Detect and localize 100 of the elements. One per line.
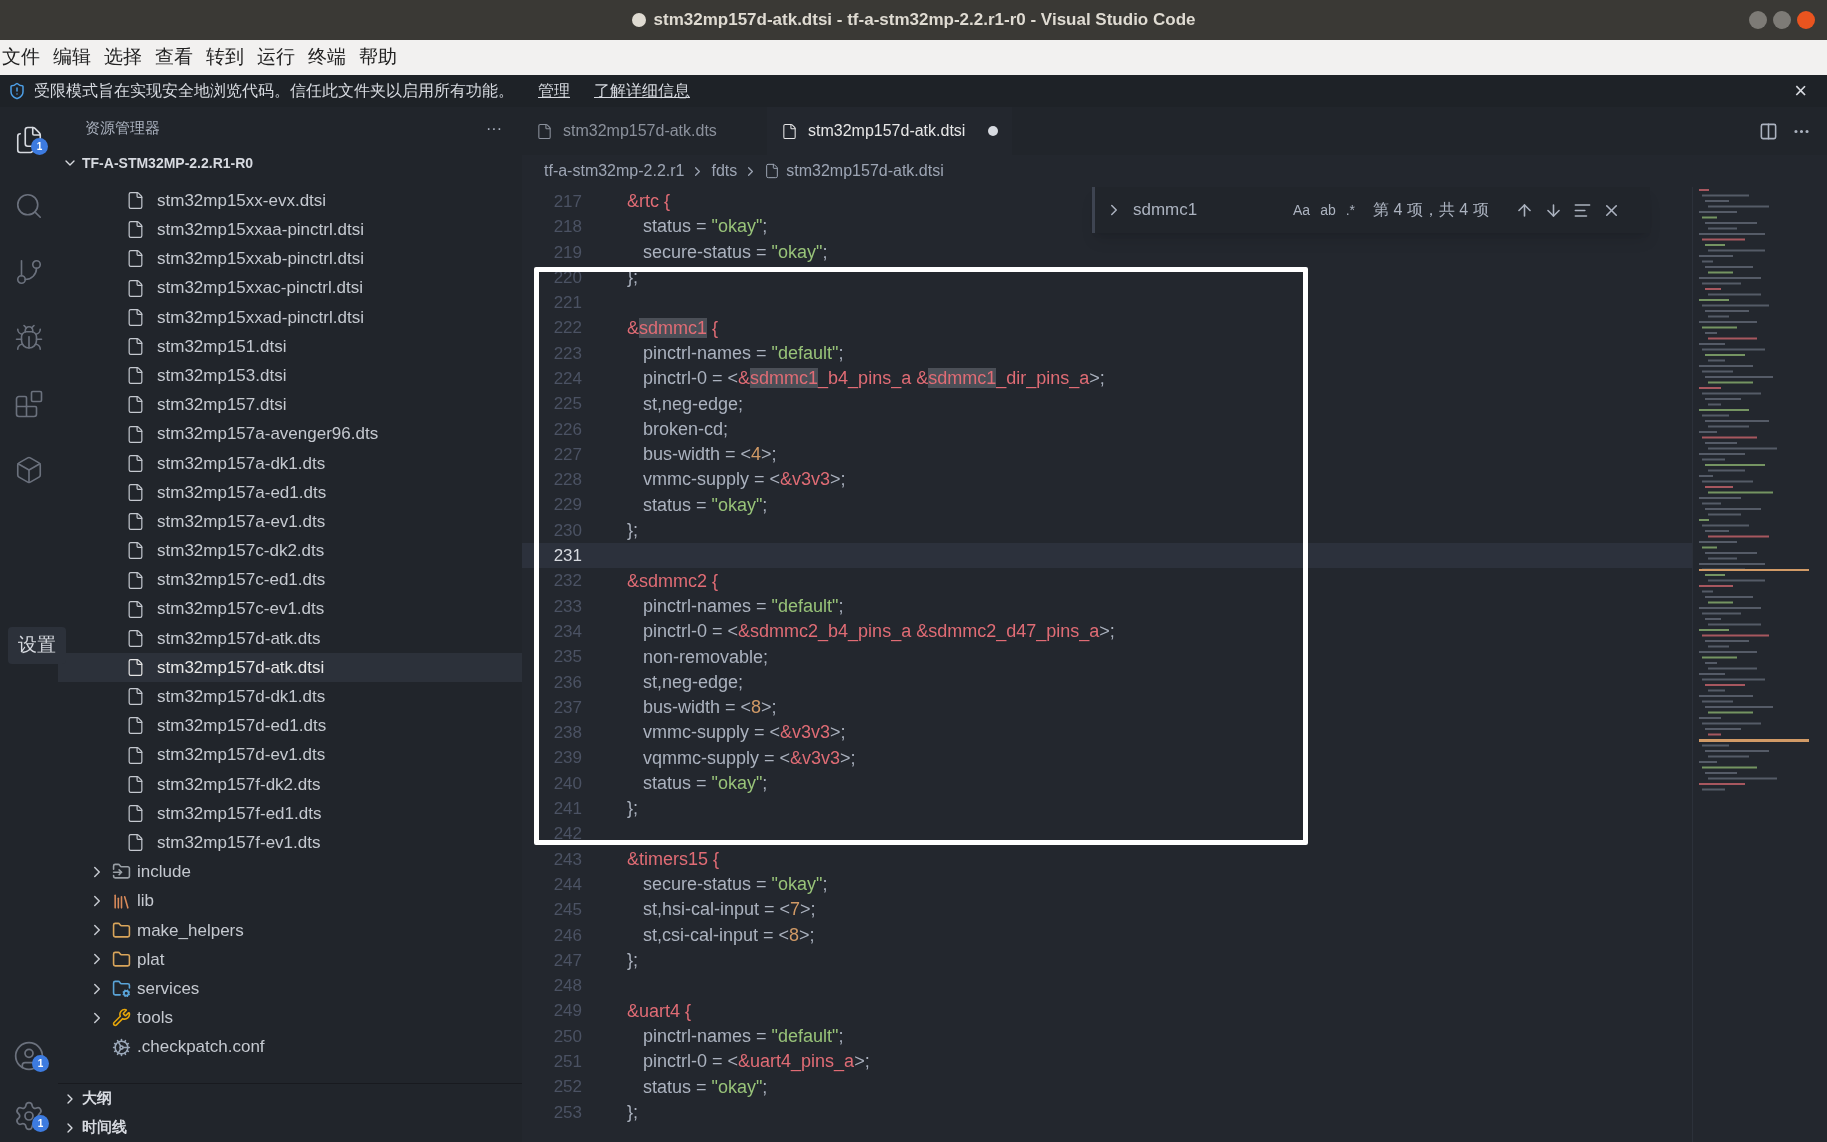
file-item[interactable]: stm32mp157f-ed1.dts [58, 798, 522, 829]
breadcrumb-item[interactable]: stm32mp157d-atk.dtsi [786, 159, 944, 183]
blocks-icon[interactable] [14, 389, 44, 419]
file-icon [536, 122, 553, 140]
search-icon[interactable] [14, 191, 44, 221]
menu-item[interactable]: 帮助 [359, 43, 397, 72]
menu-item[interactable]: 编辑 [53, 43, 91, 72]
section-header[interactable]: 时间线 [58, 1113, 522, 1142]
code-line: pinctrl-0 = <&sdmmc2_b4_pins_a &sdmmc2_d47_pins_a>; [643, 620, 1115, 644]
panel-title: 资源管理器 [85, 118, 160, 139]
file-icon [126, 512, 145, 532]
file-item[interactable]: stm32mp15xxad-pinctrl.dtsi [58, 302, 522, 332]
menu-item[interactable]: 文件 [2, 43, 40, 72]
folder-item[interactable]: tools [58, 1003, 522, 1033]
file-icon [126, 745, 145, 765]
code-line: secure-status = "okay"; [643, 873, 828, 897]
file-item[interactable]: stm32mp15xx-evx.dtsi [58, 186, 522, 216]
file-icon [126, 658, 145, 678]
file-item[interactable]: stm32mp157c-ed1.dts [58, 565, 522, 595]
file-item[interactable]: stm32mp157d-atk.dtsi [58, 653, 522, 683]
file-item[interactable]: stm32mp157f-ev1.dts [58, 828, 522, 858]
code-line: }; [627, 1100, 638, 1124]
file-item[interactable]: stm32mp153.dtsi [58, 361, 522, 391]
file-item[interactable]: stm32mp157a-ed1.dts [58, 477, 522, 508]
count-badge: 1 [32, 1055, 49, 1072]
branch-icon[interactable] [14, 257, 44, 287]
file-item[interactable]: stm32mp157a-avenger96.dts [58, 419, 522, 449]
menu-item[interactable]: 终端 [308, 43, 346, 72]
folder-item[interactable]: include [58, 857, 522, 887]
file-item[interactable]: stm32mp15xxac-pinctrl.dtsi [58, 273, 522, 303]
cube-icon[interactable] [14, 455, 44, 485]
file-item[interactable]: stm32mp157d-ed1.dts [58, 711, 522, 741]
folder-arrow-icon [112, 862, 131, 882]
close-button[interactable] [1797, 11, 1815, 29]
file-item[interactable]: stm32mp15xxaa-pinctrl.dtsi [58, 215, 522, 245]
banner-link[interactable]: 管理 [538, 79, 570, 103]
tree-root[interactable]: TF-A-STM32MP-2.2.R1-R0 [58, 150, 522, 176]
books-icon [112, 891, 131, 911]
menu-item[interactable]: 运行 [257, 43, 295, 72]
code-line: }; [627, 797, 638, 821]
code-line: &timers15 { [627, 847, 720, 871]
breadcrumb-item[interactable]: tf-a-stm32mp-2.2.r1 [544, 159, 685, 183]
bug-icon[interactable] [14, 323, 44, 353]
folder-item[interactable]: plat [58, 944, 522, 975]
folder-item[interactable]: lib [58, 886, 522, 916]
file-icon [126, 249, 145, 269]
folder-gear-icon [112, 979, 131, 999]
menu-item[interactable]: 转到 [206, 43, 244, 72]
file-item[interactable]: stm32mp157c-ev1.dts [58, 594, 522, 624]
file-item[interactable]: stm32mp157a-dk1.dts [58, 448, 522, 478]
section-header[interactable]: 大纲 [58, 1084, 522, 1113]
file-icon [126, 482, 145, 502]
find-option[interactable]: .* [1345, 199, 1356, 221]
code-line: pinctrl-names = "default"; [643, 341, 844, 365]
code-line: st,csi-cal-input = <8>; [643, 923, 815, 947]
file-icon [126, 191, 145, 211]
find-option[interactable]: ab [1320, 199, 1336, 221]
split-editor-icon[interactable] [1759, 121, 1778, 141]
code-line: pinctrl-names = "default"; [643, 594, 844, 618]
code-line: non-removable; [643, 645, 769, 669]
find-field[interactable]: sdmmc1 [1133, 197, 1283, 223]
code-line: }; [627, 949, 638, 973]
minimize-button[interactable] [1749, 11, 1767, 29]
breadcrumb-item[interactable]: fdts [711, 159, 738, 183]
find-option[interactable]: Aa [1293, 199, 1311, 221]
folder-icon [112, 920, 131, 940]
banner-text: 受限模式旨在实现安全地浏览代码。信任此文件夹以启用所有功能。 [34, 81, 514, 101]
file-icon [126, 541, 145, 561]
file-icon [764, 163, 781, 179]
banner-link[interactable]: 了解详细信息 [594, 79, 690, 103]
code-line: st,hsi-cal-input = <7>; [643, 898, 816, 922]
match-count: 第 4 项，共 4 项 [1373, 200, 1489, 220]
code-line: pinctrl-names = "default"; [643, 1024, 844, 1048]
file-item[interactable]: stm32mp157a-ev1.dts [58, 507, 522, 537]
code-line: bus-width = <8>; [643, 696, 777, 720]
file-item[interactable]: stm32mp157d-dk1.dts [58, 682, 522, 712]
file-icon [126, 337, 145, 357]
menu-item[interactable]: 选择 [104, 43, 142, 72]
file-item[interactable]: stm32mp157.dtsi [58, 390, 522, 420]
maximize-button[interactable] [1773, 11, 1791, 29]
more-button[interactable]: ··· [486, 116, 502, 141]
file-icon [126, 366, 145, 386]
file-icon [126, 220, 145, 240]
close-button[interactable]: × [1794, 80, 1807, 102]
code-line: status = "okay"; [643, 493, 768, 517]
code-line: vmmc-supply = <&v3v3>; [643, 721, 846, 745]
file-icon [126, 278, 145, 298]
file-item[interactable]: stm32mp157f-dk2.dts [58, 769, 522, 799]
folder-item[interactable]: services [58, 974, 522, 1004]
menu-item[interactable]: 查看 [155, 43, 193, 72]
file-icon [126, 307, 145, 327]
editor-tab[interactable]: stm32mp157d-atk.dts [522, 107, 767, 155]
file-item[interactable]: stm32mp157c-dk2.dts [58, 536, 522, 566]
folder-item[interactable]: make_helpers [58, 915, 522, 945]
code-line: pinctrl-0 = <&sdmmc1_b4_pins_a &sdmmc1_dir_pins_a>; [643, 367, 1105, 391]
file-item[interactable]: stm32mp15xxab-pinctrl.dtsi [58, 244, 522, 274]
file-item[interactable]: stm32mp151.dtsi [58, 331, 522, 362]
line-number: 231 [552, 545, 582, 568]
file-item[interactable]: stm32mp157d-ev1.dts [58, 740, 522, 770]
file-item[interactable]: .checkpatch.conf [58, 1032, 522, 1062]
